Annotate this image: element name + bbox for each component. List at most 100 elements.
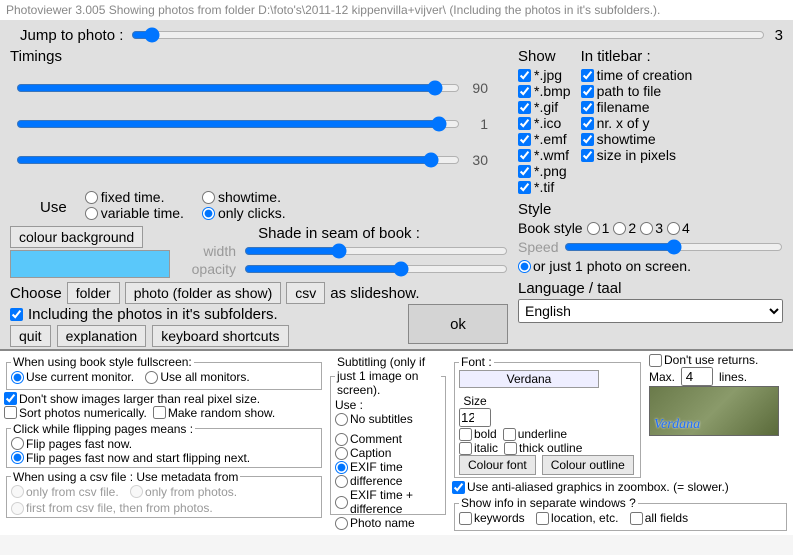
fs-current[interactable]: Use current monitor. (11, 370, 134, 384)
showinfo-group: Show info in separate windows ? keywords… (454, 496, 787, 531)
use-variable[interactable]: variable time. (85, 205, 184, 221)
font-legend: Font : (459, 355, 494, 369)
antialias[interactable]: Use anti-aliased graphics in zoombox. (=… (452, 480, 789, 494)
quit-button[interactable]: quit (10, 325, 51, 347)
font-size-input[interactable] (459, 408, 491, 427)
timings-heading: Timings (10, 48, 508, 65)
sub-photoname[interactable]: Photo name (335, 516, 441, 530)
timing-slider-1[interactable] (16, 79, 460, 97)
timing-val-1: 90 (466, 80, 488, 96)
colour-font-button[interactable]: Colour font (459, 455, 536, 475)
style-heading: Style (518, 201, 783, 218)
shortcuts-button[interactable]: keyboard shortcuts (152, 325, 288, 347)
font-bold[interactable]: bold (459, 427, 497, 441)
show-ico[interactable]: *.ico (518, 115, 571, 131)
colour-background-button[interactable]: colour background (10, 226, 143, 248)
one-photo[interactable]: or just 1 photo on screen. (518, 258, 691, 274)
tb-nrxy[interactable]: nr. x of y (581, 115, 693, 131)
sub-none[interactable]: No subtitles (335, 412, 441, 426)
titlebar-heading: In titlebar : (581, 48, 693, 65)
showinfo-legend: Show info in separate windows ? (459, 496, 638, 510)
tb-path[interactable]: path to file (581, 83, 693, 99)
timing-val-2: 1 (466, 116, 488, 132)
sub-diff[interactable]: difference (335, 474, 441, 488)
choose-photo-button[interactable]: photo (folder as show) (125, 282, 282, 304)
dont-returns[interactable]: Don't use returns. (649, 353, 789, 367)
info-all[interactable]: all fields (630, 511, 688, 525)
subfolders-label: Including the photos in it's subfolders. (28, 306, 278, 323)
shade-title: Shade in seam of book : (170, 225, 508, 242)
window-titlebar: Photoviewer 3.005 Showing photos from fo… (0, 0, 793, 20)
size-label: Size (459, 394, 491, 408)
book-3[interactable]: 3 (640, 220, 663, 236)
flip-legend: Click while flipping pages means : (11, 422, 195, 436)
shade-opacity-label: opacity (170, 261, 236, 277)
font-preview: Verdana (649, 386, 779, 436)
csv-only[interactable]: only from csv file. (11, 485, 119, 499)
dontshow-large[interactable]: Don't show images larger than real pixel… (4, 392, 324, 406)
language-select[interactable]: English (518, 299, 783, 323)
book-4[interactable]: 4 (667, 220, 690, 236)
explanation-button[interactable]: explanation (57, 325, 147, 347)
fullscreen-legend: When using book style fullscreen: (11, 355, 194, 369)
tb-showtime[interactable]: showtime (581, 131, 693, 147)
tb-size[interactable]: size in pixels (581, 147, 693, 163)
shade-width-label: width (170, 243, 236, 259)
tb-filename[interactable]: filename (581, 99, 693, 115)
use-showtime[interactable]: showtime. (202, 189, 301, 205)
subtitling-group: Subtitling (only if just 1 image on scre… (330, 355, 446, 515)
choose-folder-button[interactable]: folder (67, 282, 120, 304)
jump-slider[interactable] (131, 26, 764, 44)
use-fixed[interactable]: fixed time. (85, 189, 184, 205)
flip-group: Click while flipping pages means : Flip … (6, 422, 322, 468)
use-clicks[interactable]: only clicks. (202, 205, 301, 221)
book-2[interactable]: 2 (613, 220, 636, 236)
random-show[interactable]: Make random show. (153, 406, 275, 420)
shade-width-slider[interactable] (244, 242, 508, 260)
timing-slider-3[interactable] (16, 151, 460, 169)
timing-slider-2[interactable] (16, 115, 460, 133)
fs-all[interactable]: Use all monitors. (145, 370, 249, 384)
show-png[interactable]: *.png (518, 163, 571, 179)
timing-val-3: 30 (466, 152, 488, 168)
show-jpg[interactable]: *.jpg (518, 67, 571, 83)
max-lines-input[interactable] (681, 367, 713, 386)
choose-tail: as slideshow. (330, 285, 419, 302)
shade-opacity-slider[interactable] (244, 260, 508, 278)
csvmeta-group: When using a csv file : Use metadata fro… (6, 470, 322, 519)
jump-value: 3 (775, 27, 783, 44)
info-location[interactable]: location, etc. (536, 511, 618, 525)
font-name-box[interactable]: Verdana (459, 370, 599, 388)
font-underline[interactable]: underline (503, 427, 567, 441)
tb-time[interactable]: time of creation (581, 67, 693, 83)
csvmeta-legend: When using a csv file : Use metadata fro… (11, 470, 240, 484)
show-wmf[interactable]: *.wmf (518, 147, 571, 163)
book-1[interactable]: 1 (587, 220, 610, 236)
ok-button[interactable]: ok (408, 304, 508, 344)
colour-outline-button[interactable]: Colour outline (542, 455, 634, 475)
speed-slider[interactable] (564, 238, 783, 256)
flip-fastnext[interactable]: Flip pages fast now and start flipping n… (11, 451, 317, 465)
show-bmp[interactable]: *.bmp (518, 83, 571, 99)
choose-label: Choose (10, 285, 62, 302)
show-tif[interactable]: *.tif (518, 179, 571, 195)
show-emf[interactable]: *.emf (518, 131, 571, 147)
show-gif[interactable]: *.gif (518, 99, 571, 115)
sub-caption[interactable]: Caption (335, 446, 441, 460)
choose-csv-button[interactable]: csv (286, 282, 325, 304)
sub-comment[interactable]: Comment (335, 432, 441, 446)
preview-text: Verdana (654, 417, 700, 433)
subtitling-legend: Subtitling (only if just 1 image on scre… (335, 355, 441, 397)
csv-both[interactable]: first from csv file, then from photos. (11, 501, 317, 515)
photos-only[interactable]: only from photos. (130, 485, 237, 499)
font-italic[interactable]: italic (459, 441, 498, 455)
language-heading: Language / taal (518, 280, 783, 297)
flip-fast[interactable]: Flip pages fast now. (11, 437, 317, 451)
sub-exifdiff[interactable]: EXIF time + difference (335, 488, 441, 516)
colour-swatch[interactable] (10, 250, 170, 278)
subfolders-checkbox[interactable] (10, 308, 23, 321)
sort-num[interactable]: Sort photos numerically. (4, 406, 147, 420)
sub-exif[interactable]: EXIF time (335, 460, 441, 474)
font-thick[interactable]: thick outline (504, 441, 582, 455)
info-keywords[interactable]: keywords (459, 511, 525, 525)
